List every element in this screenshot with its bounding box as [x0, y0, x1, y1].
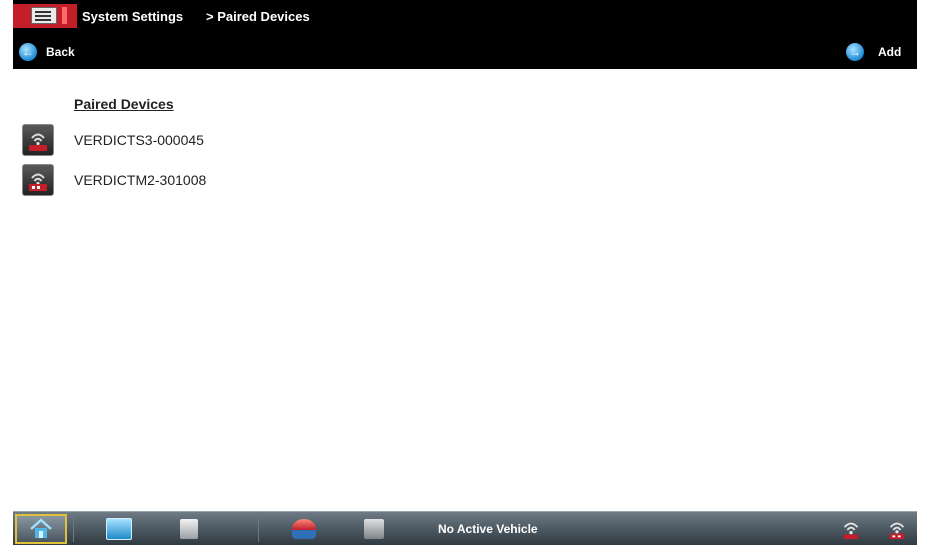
wireless-device-icon	[22, 124, 54, 156]
device-name: VERDICTM2-301008	[74, 172, 207, 188]
system-settings-icon[interactable]	[13, 4, 77, 28]
back-label: Back	[46, 45, 75, 59]
nav-bar: ← Back → Add	[13, 35, 917, 69]
settings-flag-icon	[62, 7, 67, 24]
breadcrumb-current: > Paired Devices	[206, 9, 310, 24]
shop-stream-icon	[292, 519, 316, 539]
notes-button[interactable]	[163, 514, 215, 544]
add-label: Add	[878, 45, 902, 59]
wireless-status-button[interactable]	[833, 514, 869, 544]
add-button[interactable]: → Add	[846, 41, 901, 63]
vehicle-data-icon	[106, 518, 132, 540]
device-row[interactable]: VERDICTM2-301008	[22, 164, 622, 196]
app-window: System Settings > Paired Devices ← Back …	[0, 0, 926, 545]
scanner-icon	[364, 519, 384, 539]
scanner-button[interactable]	[348, 514, 400, 544]
add-arrow-icon: →	[846, 43, 864, 61]
wireless-device-icon	[22, 164, 54, 196]
home-icon	[30, 518, 52, 538]
wireless-status-icon	[843, 522, 859, 540]
vehicle-status: No Active Vehicle	[438, 522, 538, 536]
home-button[interactable]	[15, 514, 67, 544]
taskbar: No Active Vehicle	[13, 511, 917, 545]
shop-stream-button[interactable]	[278, 514, 330, 544]
vehicle-data-button[interactable]	[93, 514, 145, 544]
back-button[interactable]: ← Back	[19, 41, 75, 63]
section-title: Paired Devices	[74, 96, 174, 112]
device-status-button[interactable]	[879, 514, 915, 544]
device-row[interactable]: VERDICTS3-000045	[22, 124, 622, 156]
back-arrow-icon: ←	[19, 43, 37, 61]
device-name: VERDICTS3-000045	[74, 132, 204, 148]
settings-box-icon	[31, 7, 57, 24]
breadcrumb-root[interactable]: System Settings	[82, 9, 183, 24]
title-bar: System Settings > Paired Devices	[13, 0, 917, 35]
device-status-icon	[889, 522, 905, 540]
notes-icon	[180, 519, 198, 539]
